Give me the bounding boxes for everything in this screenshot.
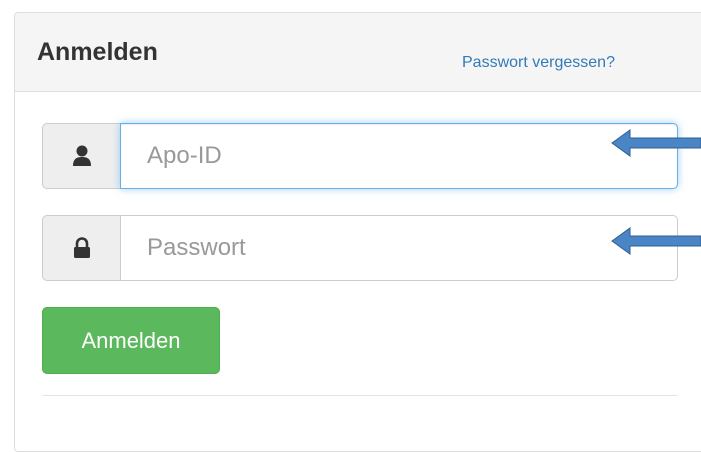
form-divider <box>42 395 678 396</box>
login-panel: Anmelden Passwort vergessen? Anmelden <box>14 12 701 452</box>
username-input-group <box>42 123 678 189</box>
login-submit-button[interactable]: Anmelden <box>42 307 220 374</box>
password-input-group <box>42 215 678 281</box>
lock-icon <box>42 215 120 281</box>
panel-heading: Anmelden Passwort vergessen? <box>15 13 701 92</box>
panel-title: Anmelden <box>37 38 158 66</box>
user-icon <box>42 123 120 189</box>
forgot-password-link[interactable]: Passwort vergessen? <box>462 54 615 72</box>
annotation-arrow-left-icon <box>611 227 701 255</box>
username-input[interactable] <box>120 123 678 189</box>
annotation-arrow-left-icon <box>611 129 701 157</box>
password-input[interactable] <box>120 215 678 281</box>
